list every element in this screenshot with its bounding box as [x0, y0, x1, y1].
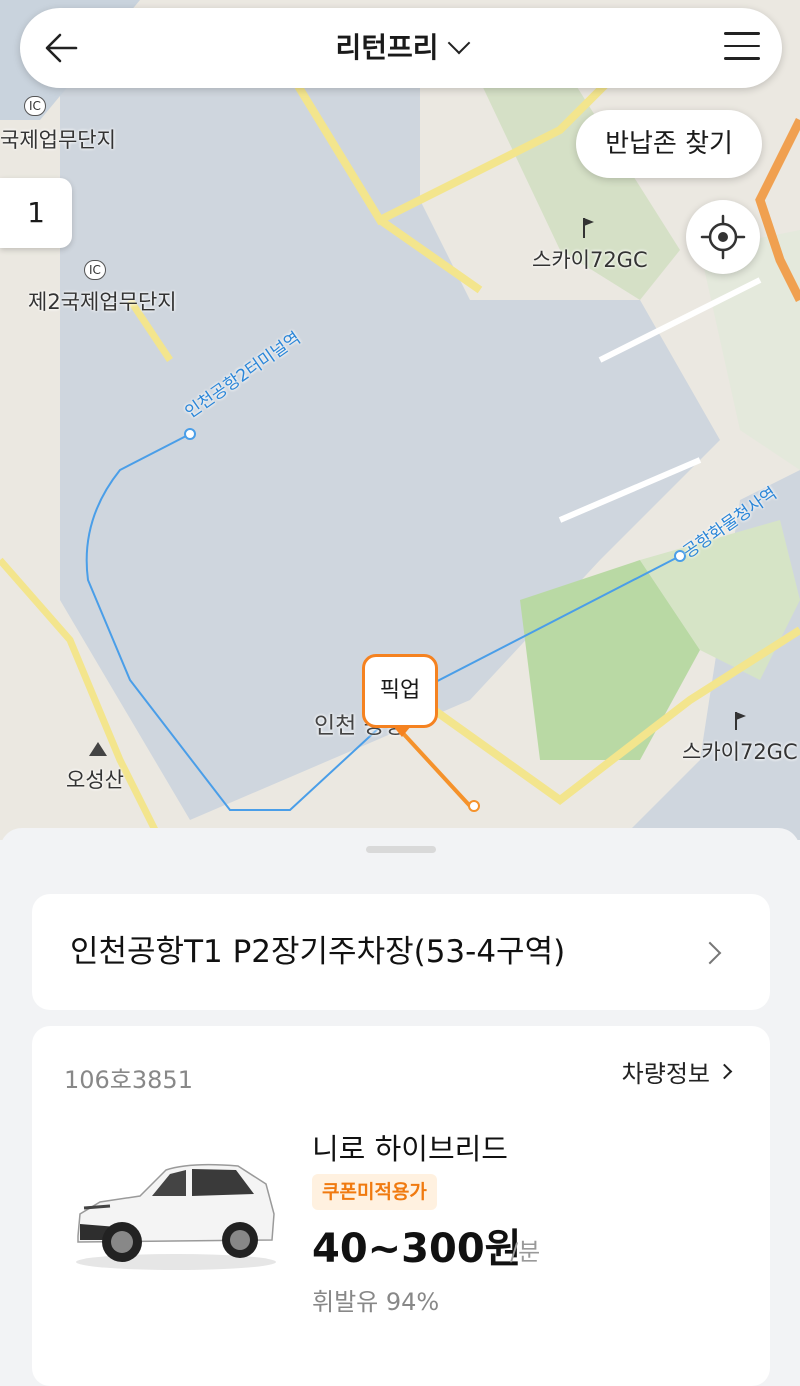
car-price: 40~300원 — [312, 1226, 522, 1272]
pickup-label: 픽업 — [379, 678, 421, 703]
find-return-zone-button[interactable]: 반납존 찾기 — [576, 110, 762, 178]
map-label-mountain: 오성산 — [66, 768, 124, 792]
page-title[interactable]: 리턴프리 — [20, 28, 782, 68]
menu-icon — [724, 32, 760, 35]
crosshair-icon — [700, 214, 746, 260]
location-card[interactable]: 인천공항T1 P2장기주차장(53-4구역) — [32, 894, 770, 1010]
map-label-golf-2: 스카이72GC — [682, 740, 798, 764]
fuel-level: 휘발유 94% — [312, 1288, 440, 1316]
menu-icon-line — [724, 44, 760, 47]
map-label-industrial-1: 국제업무단지 — [0, 128, 116, 152]
bottom-sheet: 인천공항T1 P2장기주차장(53-4구역) 106호3851 차량정보 니로 … — [0, 828, 800, 1386]
cluster-count: 1 — [27, 196, 45, 229]
top-bar: 리턴프리 — [20, 8, 782, 88]
ic-marker-2: IC — [84, 260, 106, 280]
car-image — [76, 1163, 276, 1270]
sheet-drag-handle[interactable] — [366, 846, 436, 853]
car-model: 니로 하이브리드 — [312, 1132, 508, 1166]
coupon-badge: 쿠폰미적용가 — [312, 1174, 437, 1210]
my-location-button[interactable] — [686, 200, 760, 274]
map-label-golf-1: 스카이72GC — [532, 248, 648, 272]
map-label-industrial-2: 제2국제업무단지 — [28, 290, 177, 314]
cluster-count-marker[interactable]: 1 — [0, 178, 72, 248]
car-card[interactable]: 106호3851 차량정보 니로 하이브리드 쿠폰미적용가 40~300원 /분… — [32, 1026, 770, 1386]
car-plate: 106호3851 — [64, 1066, 193, 1094]
menu-button[interactable] — [724, 32, 760, 62]
page-title-text: 리턴프리 — [335, 31, 439, 64]
menu-icon-line — [724, 57, 760, 60]
car-info-link[interactable]: 차량정보 — [622, 1054, 710, 1089]
chevron-down-icon — [447, 31, 470, 55]
price-unit: /분 — [510, 1238, 541, 1266]
location-name: 인천공항T1 P2장기주차장(53-4구역) — [70, 934, 566, 970]
ic-marker-1: IC — [24, 96, 46, 116]
pickup-marker[interactable]: 픽업 — [362, 654, 438, 737]
chevron-right-icon — [716, 1063, 733, 1080]
chevron-right-icon — [698, 941, 722, 965]
